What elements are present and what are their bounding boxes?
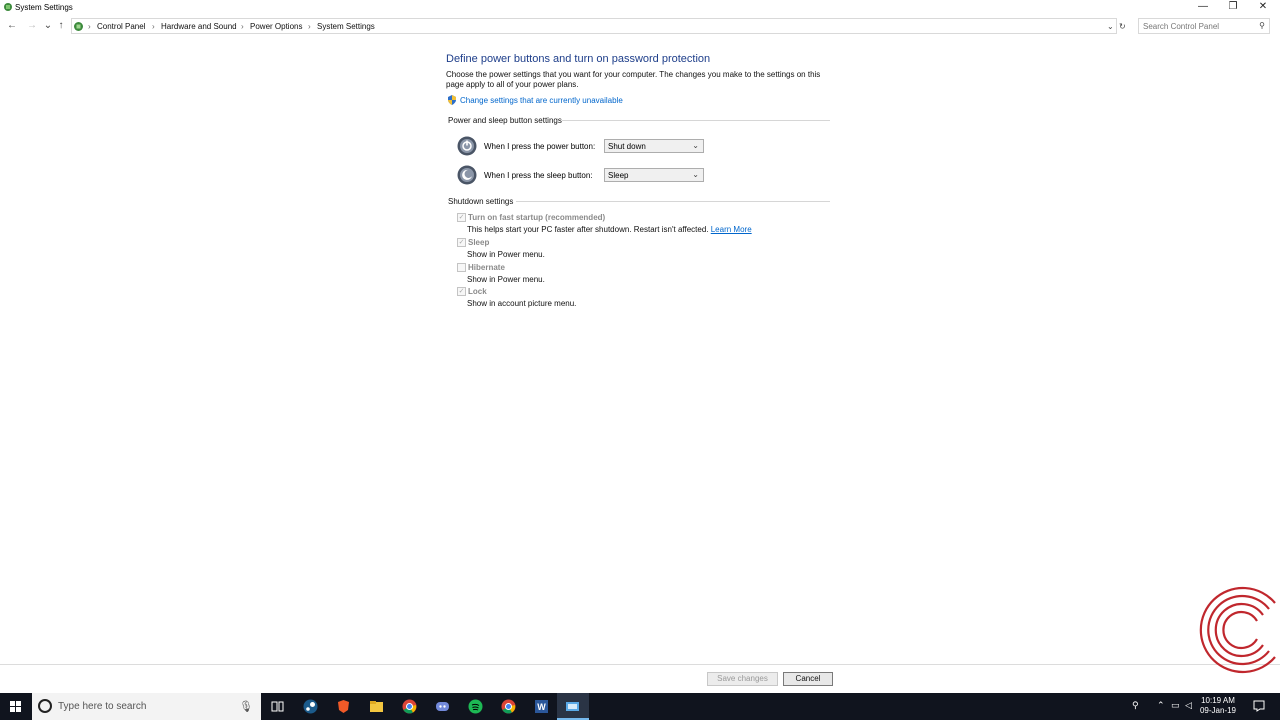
navigation-bar: ← → ⌄ ↑ › Control Panel › Hardware and S… [0, 17, 1280, 35]
fast-startup-sub: This helps start your PC faster after sh… [467, 225, 709, 234]
breadcrumb-control-panel[interactable]: Control Panel [97, 22, 145, 31]
shutdown-section-label: Shutdown settings [448, 197, 514, 206]
file-explorer-icon [370, 701, 383, 712]
taskbar-clock[interactable]: 10:19 AM 09-Jan-19 [1196, 696, 1240, 716]
learn-more-link[interactable]: Learn More [711, 225, 752, 234]
recent-locations-icon[interactable]: ⌄ [42, 20, 54, 32]
brave-icon[interactable] [328, 693, 360, 720]
breadcrumb-power-options[interactable]: Power Options [250, 22, 302, 31]
sleep-label: Sleep [468, 238, 490, 247]
address-bar[interactable]: › Control Panel › Hardware and Sound › P… [71, 18, 1126, 34]
sleep-button-icon [457, 165, 477, 185]
lock-label: Lock [468, 287, 487, 296]
microphone-icon[interactable]: 🎙 [239, 700, 253, 713]
steam-icon [303, 699, 318, 714]
sleep-button-value: Sleep [608, 171, 629, 180]
svg-text:W: W [537, 702, 546, 712]
steam-icon[interactable] [295, 693, 327, 720]
search-input[interactable]: Search Control Panel ⚲ [1138, 18, 1270, 34]
cortana-icon [38, 699, 52, 713]
breadcrumb-separator: › [308, 22, 311, 31]
lock-checkbox[interactable]: ✓ [457, 287, 466, 296]
network-icon[interactable]: ▭ [1171, 700, 1180, 711]
word-icon[interactable]: W [526, 693, 558, 720]
hibernate-sub: Show in Power menu. [467, 275, 545, 284]
fast-startup-description: This helps start your PC faster after sh… [467, 225, 752, 234]
action-center-icon[interactable] [1253, 700, 1265, 712]
search-icon: ⚲ [1259, 21, 1265, 30]
volume-icon[interactable]: ◁ [1185, 700, 1192, 711]
restore-button[interactable]: ❐ [1218, 0, 1248, 16]
page-title: Define power buttons and turn on passwor… [446, 53, 711, 65]
power-button-label: When I press the power button: [484, 142, 596, 151]
chrome-alt-icon [501, 699, 516, 714]
title-bar: System Settings — ❐ ✕ [0, 0, 1280, 16]
file-explorer-icon[interactable] [361, 693, 393, 720]
sleep-button-select[interactable]: Sleep ⌄ [604, 168, 704, 182]
back-arrow-icon[interactable]: ← [6, 20, 18, 32]
power-section-label: Power and sleep button settings [448, 116, 562, 125]
breadcrumb-hardware-and-sound[interactable]: Hardware and Sound [161, 22, 237, 31]
breadcrumb-separator: › [88, 22, 91, 31]
address-dropdown-icon[interactable]: ⌄ [1107, 22, 1114, 31]
taskbar: Type here to search 🎙 W ⚲ ⌃ ▭ ◁ 10:19 AM… [0, 693, 1280, 720]
section-divider [516, 201, 830, 202]
control-panel-icon [74, 22, 83, 31]
power-button-icon [457, 136, 477, 156]
section-divider [562, 120, 830, 121]
control-panel-icon [4, 3, 12, 11]
brave-icon [338, 700, 349, 713]
sleep-checkbox[interactable]: ✓ [457, 238, 466, 247]
discord-icon [436, 702, 449, 711]
power-button-select[interactable]: Shut down ⌄ [604, 139, 704, 153]
sleep-sub: Show in Power menu. [467, 250, 545, 259]
hibernate-checkbox[interactable] [457, 263, 466, 272]
save-changes-button[interactable]: Save changes [707, 672, 778, 686]
taskbar-search-text: Type here to search [58, 701, 147, 712]
breadcrumb-system-settings[interactable]: System Settings [317, 22, 375, 31]
hibernate-label: Hibernate [468, 263, 505, 272]
cancel-button[interactable]: Cancel [783, 672, 833, 686]
lock-sub: Show in account picture menu. [467, 299, 577, 308]
spotify-icon [468, 699, 483, 714]
people-icon[interactable]: ⚲ [1132, 700, 1139, 711]
search-placeholder: Search Control Panel [1143, 22, 1220, 31]
control-panel-taskbar-icon[interactable] [557, 693, 589, 720]
task-view-icon [271, 701, 284, 712]
windows-start-icon[interactable] [0, 693, 32, 720]
chevron-down-icon: ⌄ [692, 141, 699, 150]
fast-startup-checkbox[interactable]: ✓ [457, 213, 466, 222]
chrome-alt-icon[interactable] [493, 693, 525, 720]
sleep-button-label: When I press the sleep button: [484, 171, 593, 180]
clock-time: 10:19 AM [1201, 696, 1235, 705]
page-description: Choose the power settings that you want … [446, 70, 821, 89]
minimize-button[interactable]: — [1188, 0, 1218, 16]
uac-shield-icon [448, 95, 456, 105]
power-button-value: Shut down [608, 142, 646, 151]
footer-divider [0, 664, 1280, 665]
refresh-icon[interactable]: ↻ [1119, 22, 1126, 31]
control-panel-taskbar-icon [566, 702, 579, 711]
close-button[interactable]: ✕ [1248, 0, 1278, 16]
up-arrow-icon[interactable]: ↑ [55, 20, 67, 32]
window-title: System Settings [15, 3, 73, 12]
watermark-logo [1199, 586, 1276, 674]
chevron-down-icon: ⌄ [692, 170, 699, 179]
fast-startup-label: Turn on fast startup (recommended) [468, 213, 606, 222]
task-view-icon[interactable] [262, 693, 294, 720]
chevron-up-icon[interactable]: ⌃ [1157, 700, 1165, 711]
discord-icon[interactable] [427, 693, 459, 720]
chrome-icon [402, 699, 417, 714]
breadcrumb-separator: › [241, 22, 244, 31]
spotify-icon[interactable] [460, 693, 492, 720]
forward-arrow-icon[interactable]: → [26, 20, 38, 32]
clock-date: 09-Jan-19 [1199, 706, 1237, 715]
chrome-icon[interactable] [394, 693, 426, 720]
word-icon: W [535, 700, 548, 713]
breadcrumb-separator: › [152, 22, 155, 31]
change-settings-link[interactable]: Change settings that are currently unava… [460, 96, 623, 105]
taskbar-search-box[interactable]: Type here to search 🎙 [32, 693, 261, 720]
